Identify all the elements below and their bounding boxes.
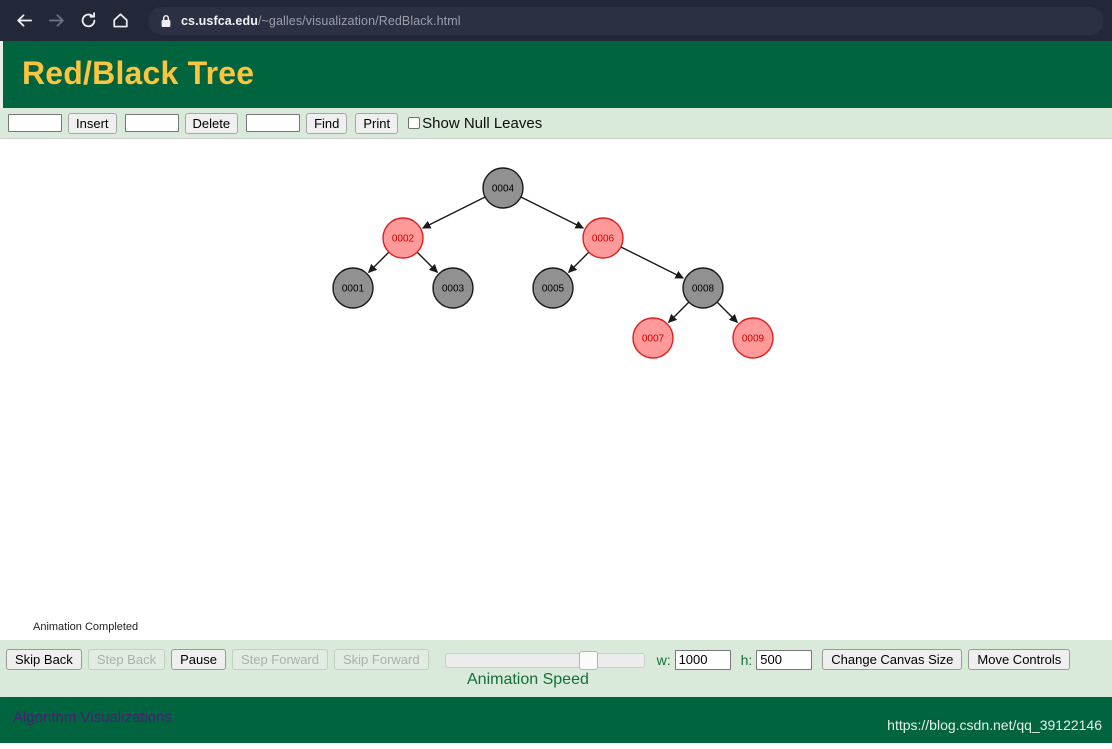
find-button[interactable]: Find — [306, 112, 348, 134]
reload-icon — [79, 11, 98, 30]
animation-speed-label: Animation Speed — [467, 671, 589, 688]
page-bottom-strip — [0, 743, 1112, 749]
slider-thumb[interactable] — [578, 650, 598, 670]
canvas-width-label: w: — [656, 651, 671, 668]
tree-nodes: 0004 0002 0006 0001 0003 0005 0008 0007 0009 — [332, 167, 774, 359]
lock-icon — [160, 14, 172, 28]
delete-input[interactable] — [124, 114, 179, 132]
canvas-height-input[interactable] — [756, 649, 813, 670]
tree-node-0007: 0007 — [632, 317, 674, 359]
forward-button[interactable] — [40, 5, 72, 37]
insert-input[interactable] — [8, 114, 62, 132]
node-label: 0004 — [492, 184, 515, 195]
pause-button[interactable]: Pause — [171, 649, 226, 670]
url-path: /~galles/visualization/RedBlack.html — [257, 13, 461, 28]
forward-arrow-icon — [47, 11, 66, 30]
node-label: 0002 — [392, 234, 415, 245]
show-null-leaves-checkbox[interactable] — [408, 117, 421, 129]
browser-window: cs.usfca.edu/~galles/visualization/RedBl… — [0, 0, 1112, 749]
insert-button[interactable]: Insert — [68, 112, 117, 134]
browser-toolbar: cs.usfca.edu/~galles/visualization/RedBl… — [0, 0, 1112, 41]
find-input[interactable] — [246, 114, 301, 132]
tree-node-0001: 0001 — [332, 267, 374, 309]
watermark-text: https://blog.csdn.net/qq_39122146 — [887, 717, 1102, 733]
skip-forward-button: Skip Forward — [334, 649, 429, 670]
page-title: Red/Black Tree — [22, 55, 255, 91]
tree-edge — [520, 196, 585, 229]
tree-graphic: 0004 0002 0006 0001 0003 0005 0008 0007 0009 — [332, 167, 774, 359]
tree-edge — [567, 251, 590, 274]
show-null-leaves-control[interactable]: Show Null Leaves — [408, 115, 542, 132]
page-footer: Algorithm Visualizations https://blog.cs… — [0, 697, 1112, 743]
tree-node-0006: 0006 — [582, 217, 624, 259]
home-icon — [111, 11, 130, 30]
node-label: 0009 — [742, 334, 765, 345]
print-button[interactable]: Print — [355, 112, 399, 134]
node-label: 0006 — [592, 234, 615, 245]
tree-node-0002: 0002 — [382, 217, 424, 259]
tree-node-0008: 0008 — [682, 267, 724, 309]
page-header: Red/Black Tree — [0, 41, 1112, 108]
skip-back-button[interactable]: Skip Back — [6, 649, 82, 670]
bottom-controls-bar: Skip Back Step Back Pause Step Forward S… — [0, 640, 1112, 697]
move-controls-button[interactable]: Move Controls — [968, 649, 1071, 670]
tree-edge — [667, 301, 690, 324]
tree-edge — [620, 246, 685, 279]
step-back-button: Step Back — [87, 649, 166, 670]
header-left-edge — [0, 41, 3, 108]
address-bar-url: cs.usfca.edu/~galles/visualization/RedBl… — [181, 14, 461, 28]
animation-controls-row: Skip Back Step Back Pause Step Forward S… — [6, 649, 1076, 670]
tree-edge — [367, 251, 390, 274]
reload-button[interactable] — [72, 5, 104, 37]
tree-node-0005: 0005 — [532, 267, 574, 309]
url-domain: cs.usfca.edu — [181, 13, 258, 28]
animation-status-text: Animation Completed — [33, 621, 139, 633]
animation-speed-slider[interactable] — [444, 650, 645, 670]
tree-node-0009: 0009 — [732, 317, 774, 359]
node-label: 0005 — [542, 284, 565, 295]
back-button[interactable] — [8, 5, 40, 37]
node-label: 0003 — [442, 284, 465, 295]
step-forward-button: Step Forward — [231, 649, 328, 670]
canvas-width-input[interactable] — [674, 649, 731, 670]
tree-edge — [421, 196, 486, 229]
node-label: 0007 — [642, 334, 665, 345]
top-controls-bar: Insert Delete Find Print Show Null Leave… — [0, 108, 1112, 138]
change-canvas-size-button[interactable]: Change Canvas Size — [822, 649, 963, 670]
address-bar[interactable]: cs.usfca.edu/~galles/visualization/RedBl… — [148, 6, 1104, 35]
tree-node-0004: 0004 — [482, 167, 524, 209]
home-button[interactable] — [104, 5, 136, 37]
tree-edge — [416, 251, 439, 274]
tree-canvas[interactable]: 0004 0002 0006 0001 0003 0005 0008 0007 0009 Ani… — [0, 138, 1112, 640]
show-null-leaves-label: Show Null Leaves — [422, 114, 543, 132]
tree-edge — [716, 301, 739, 324]
delete-button[interactable]: Delete — [184, 112, 239, 134]
algorithm-visualizations-link[interactable]: Algorithm Visualizations — [13, 709, 172, 726]
slider-track[interactable] — [444, 652, 645, 668]
tree-node-0003: 0003 — [432, 267, 474, 309]
back-arrow-icon — [15, 11, 34, 30]
canvas-height-label: h: — [740, 651, 753, 668]
node-label: 0001 — [342, 284, 365, 295]
node-label: 0008 — [692, 284, 715, 295]
